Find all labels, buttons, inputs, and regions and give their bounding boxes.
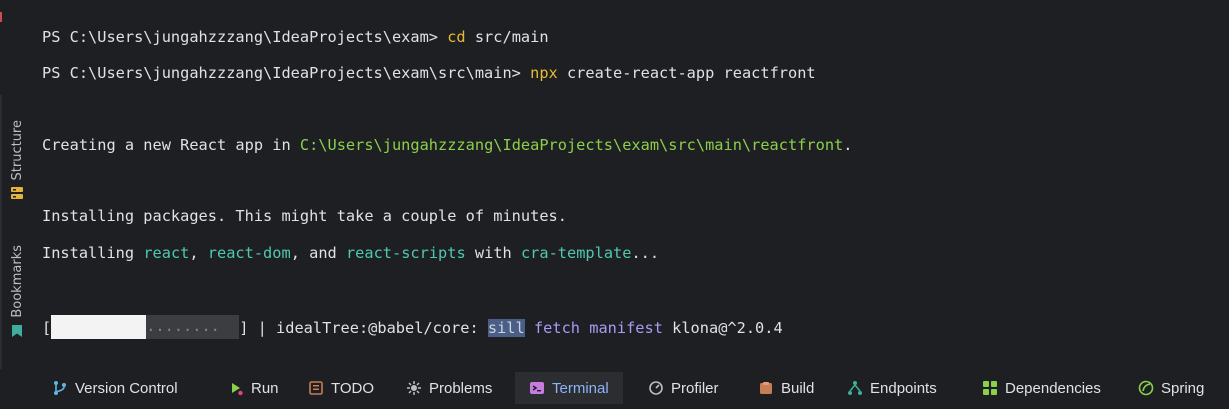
sidebar-tab-structure[interactable]: Structure [8,120,26,200]
output-text: Creating a new React app in [42,136,300,154]
endpoints-icon [848,381,862,395]
progress-bar-filled [51,315,147,339]
terminal-line: Creating a new React app in C:\Users\jun… [42,134,852,156]
terminal-line: Installing react, react-dom, and react-s… [42,242,659,264]
version-control-icon [54,381,66,395]
tool-window-problems[interactable]: Problems [400,372,498,404]
tool-window-spring[interactable]: Spring [1132,372,1210,404]
output-text: Installing [42,244,144,262]
output-text: ... [631,244,660,262]
output-text: with [465,244,521,262]
command-text: cd [447,28,466,46]
sidebar-tab-label: Bookmarks [9,245,25,318]
spring-icon [1138,380,1154,396]
package-name: react-dom [207,244,291,262]
todo-icon [309,381,323,395]
package-name: react [143,244,190,262]
output-text: . [843,136,853,154]
run-icon [232,383,243,396]
problems-icon [407,381,421,395]
tool-window-label: Dependencies [1005,379,1101,397]
tool-window-label: Terminal [552,379,609,397]
terminal-output[interactable]: PS C:\Users\jungahzzzang\IdeaProjects\ex… [42,0,1222,369]
terminal-line: PS C:\Users\jungahzzzang\IdeaProjects\ex… [42,26,549,48]
output-text: , [189,244,208,262]
log-level: sill [487,319,525,337]
tool-window-run[interactable]: Run [222,372,285,404]
build-icon [760,382,772,394]
tool-window-label: Build [781,379,815,397]
left-tool-strip: Structure Bookmarks [0,0,30,369]
tool-window-bar: Version Control Run TODO Problems Termin… [0,369,1229,409]
package-spec: klona@^2.0.4 [672,319,783,337]
tool-window-dependencies[interactable]: Dependencies [976,372,1107,404]
command-args: create-react-app reactfront [557,64,816,82]
log-word: manifest [589,319,663,337]
progress-bar-remaining: ........ [146,315,240,339]
tool-window-label: Run [251,379,279,397]
output-text: Installing packages. This might take a c… [42,207,567,225]
prompt-text: PS C:\Users\jungahzzzang\IdeaProjects\ex… [42,64,531,82]
output-text: , and [290,244,346,262]
sidebar-tab-label: Structure [9,120,25,181]
profiler-icon [649,381,663,395]
tool-window-label: TODO [331,379,375,397]
tool-window-endpoints[interactable]: Endpoints [841,372,943,404]
sidebar-tab-bookmarks[interactable]: Bookmarks [8,245,26,338]
tool-window-build[interactable]: Build [752,372,820,404]
tool-window-terminal[interactable]: Terminal [515,372,623,404]
tool-window-label: Version Control [75,379,178,397]
command-text: npx [530,64,558,82]
log-word: fetch [533,319,581,337]
bookmark-icon [12,324,22,337]
package-name: cra-template [520,244,632,262]
tool-window-todo[interactable]: TODO [302,372,380,404]
progress-bracket: [ [42,319,52,337]
terminal-line: PS C:\Users\jungahzzzang\IdeaProjects\ex… [42,62,816,84]
dependencies-icon [983,381,997,395]
progress-status: ] | idealTree:@babel/core: [239,319,488,337]
tool-window-label: Profiler [671,379,719,397]
tool-window-label: Endpoints [870,379,937,397]
strip-divider [0,95,2,369]
tool-window-profiler[interactable]: Profiler [642,372,725,404]
prompt-text: PS C:\Users\jungahzzzang\IdeaProjects\ex… [42,28,448,46]
tool-window-label: Spring [1161,379,1205,397]
tool-window-label: Problems [429,379,493,397]
package-name: react-scripts [345,244,466,262]
terminal-icon [530,382,544,394]
terminal-line: Installing packages. This might take a c… [42,205,567,227]
structure-icon [11,187,23,200]
path-text: C:\Users\jungahzzzang\IdeaProjects\exam\… [299,136,844,154]
command-args: src/main [465,28,549,46]
error-marker [0,12,2,22]
tool-window-version-control[interactable]: Version Control [46,372,184,404]
terminal-line: [........] | idealTree:@babel/core: sill… [42,315,783,339]
